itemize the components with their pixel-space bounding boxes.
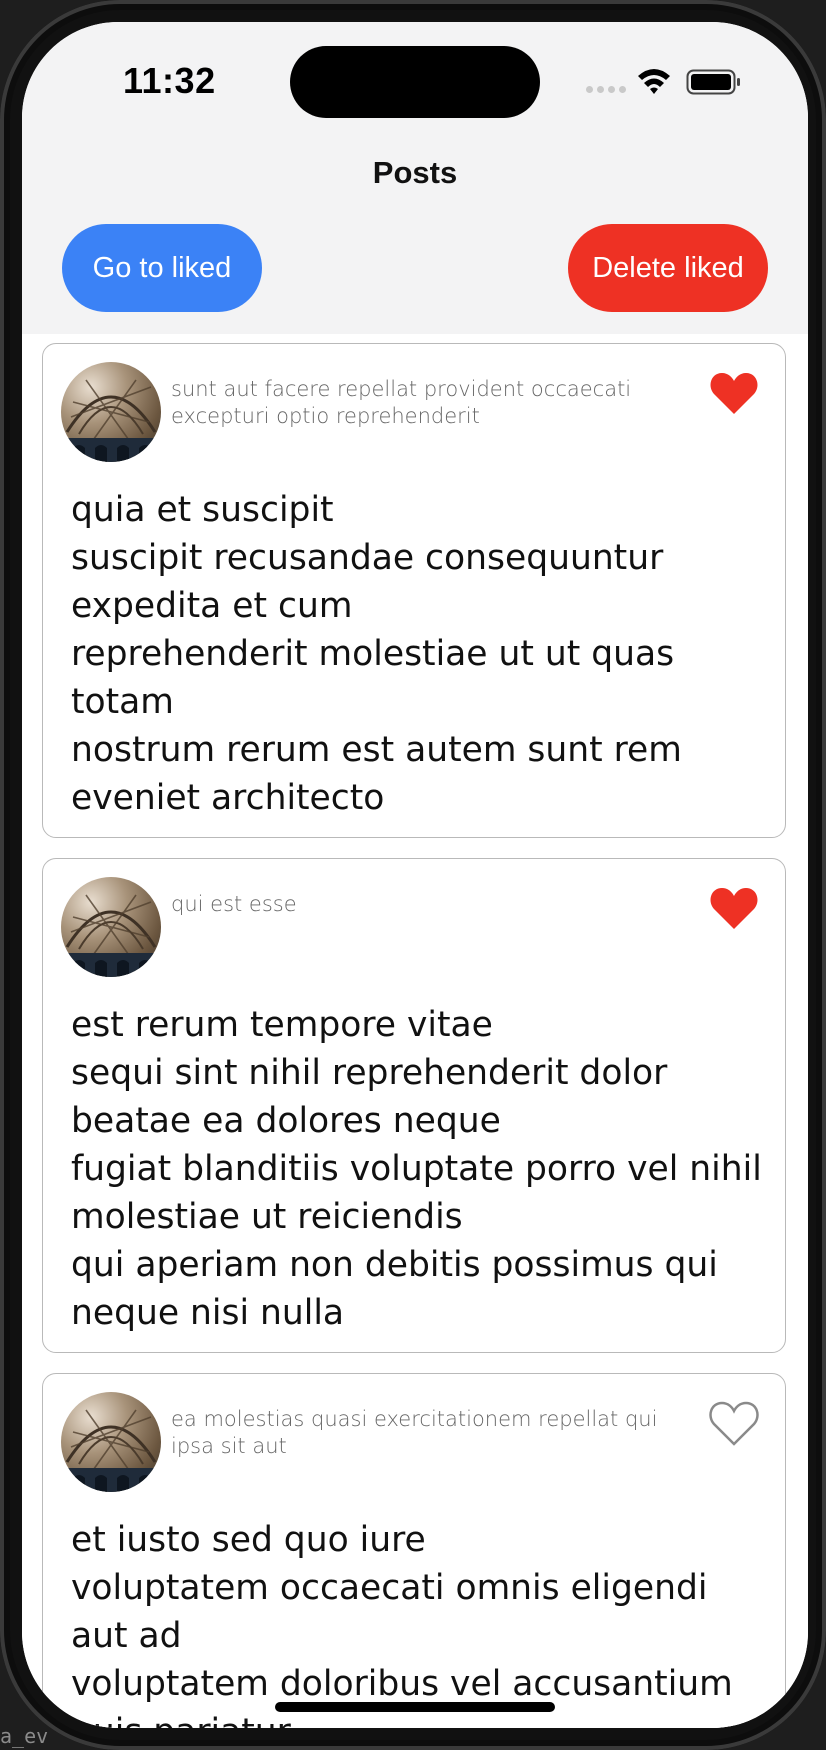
post-body: quia et suscipit suscipit recusandae con…: [71, 490, 682, 818]
dynamic-island: [290, 46, 540, 118]
post-avatar: [61, 362, 161, 462]
post-avatar: [61, 1392, 161, 1492]
wifi-icon: [638, 69, 670, 94]
posts-list[interactable]: sunt aut facere repellat provident occae…: [22, 334, 808, 1728]
page-title: Posts: [372, 155, 458, 190]
like-heart-outline-icon[interactable]: [709, 1400, 759, 1446]
post-card[interactable]: sunt aut facere repellat provident occae…: [42, 343, 786, 838]
status-time: 11:32: [123, 60, 216, 101]
post-body: est rerum tempore vitae sequi sint nihil…: [71, 1005, 762, 1333]
post-title: qui est esse: [171, 892, 297, 916]
post-card[interactable]: ea molestias quasi exercitationem repell…: [42, 1373, 786, 1728]
delete-liked-button[interactable]: Delete liked: [568, 224, 768, 312]
home-indicator: [275, 1702, 555, 1712]
post-avatar: [61, 877, 161, 977]
battery-icon: [686, 69, 740, 95]
signal-icon: [586, 86, 626, 94]
like-heart-icon[interactable]: [709, 370, 759, 416]
header: 11:32 Posts Go to liked Delete liked: [22, 22, 808, 334]
post-card[interactable]: qui est esse est rerum tempore vitae seq…: [42, 858, 786, 1353]
post-title: ea molestias quasi exercitationem repell…: [171, 1407, 658, 1458]
like-heart-icon[interactable]: [709, 885, 759, 931]
device-stage: a_ev 11:32 Posts Go to liked Delete like…: [0, 0, 826, 1750]
go-to-liked-button[interactable]: Go to liked: [62, 224, 262, 312]
post-body: et iusto sed quo iure voluptatem occaeca…: [71, 1520, 733, 1728]
post-title: sunt aut facere repellat provident occae…: [171, 377, 632, 428]
app-screen: 11:32 Posts Go to liked Delete liked sun…: [22, 22, 808, 1728]
